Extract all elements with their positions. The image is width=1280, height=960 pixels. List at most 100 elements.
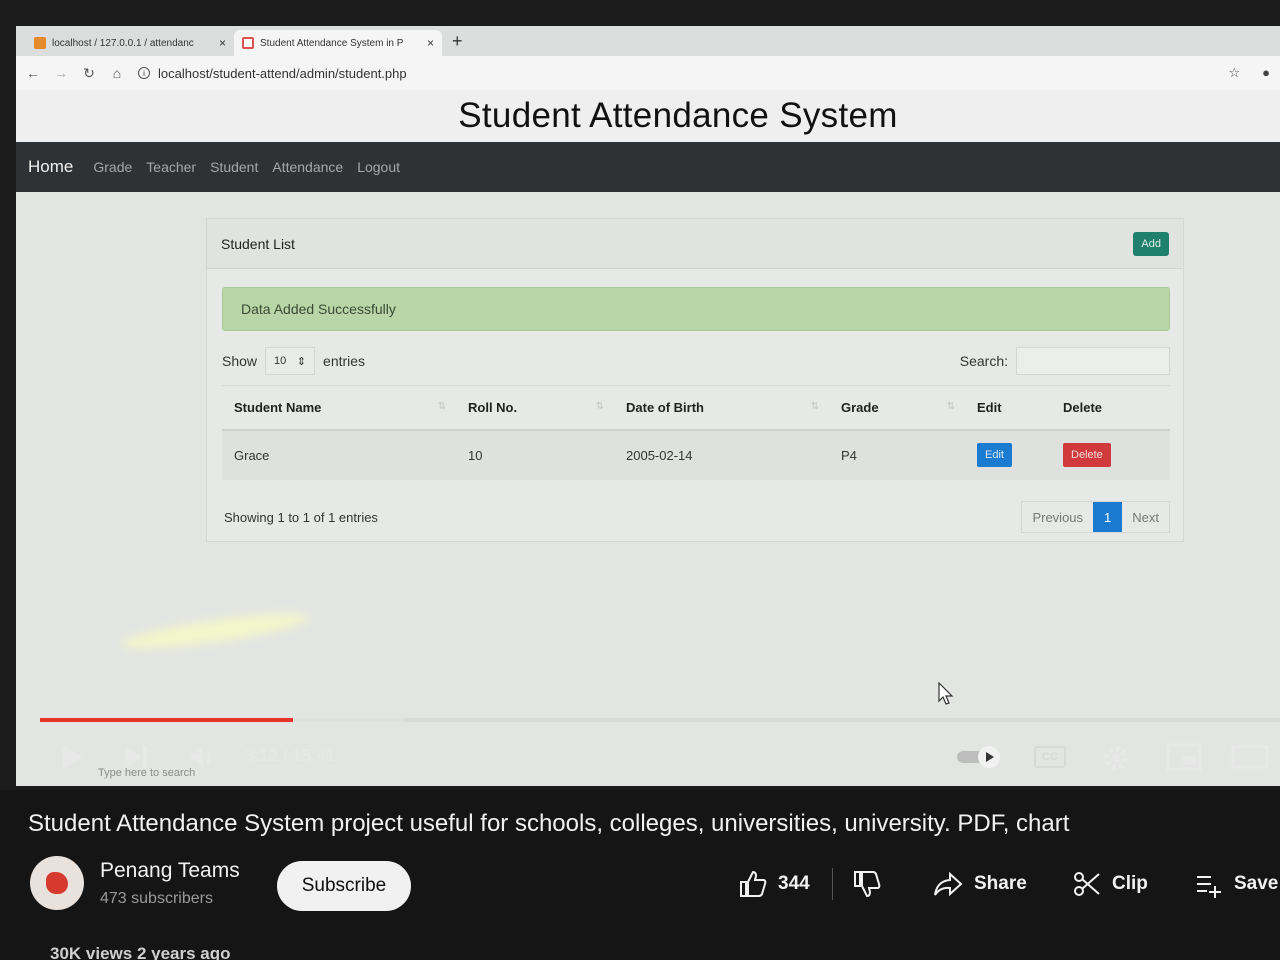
delete-button[interactable]: Delete [1063,443,1111,467]
player-controls: 3:12 / 15:41 CC [0,736,1280,780]
browser-tab-phpmyadmin[interactable]: localhost / 127.0.0.1 / attendanc × [26,30,234,56]
column-header-grade[interactable]: Grade ⇅ [829,385,965,431]
table-row: Grace 10 2005-02-14 P4 Edit Delete [222,429,1170,480]
play-icon[interactable] [58,742,86,772]
entries-select[interactable]: 10 ⇕ [265,347,316,375]
page-content: Student List Add Data Added Successfully… [16,192,1280,786]
next-video-icon[interactable] [122,742,150,772]
table-info: Showing 1 to 1 of 1 entries [224,509,378,525]
page-button-1[interactable]: 1 [1093,502,1123,532]
forward-arrow-icon[interactable]: → [54,65,68,81]
extension-icon[interactable]: ● [1262,65,1270,81]
nav-logout[interactable]: Logout [357,159,400,175]
entries-value: 10 [274,355,287,367]
scissors-icon [1074,872,1100,896]
student-list-card: Student List Add Data Added Successfully… [206,218,1184,542]
subscriber-count: 473 subscribers [100,890,213,907]
search-input[interactable] [1016,347,1170,375]
volume-icon[interactable] [188,742,218,772]
success-alert: Data Added Successfully [222,287,1170,331]
sort-icon: ⇅ [595,401,604,412]
phpmyadmin-icon [34,37,46,49]
browser-tab-bar: localhost / 127.0.0.1 / attendanc × Stud… [16,26,1280,56]
share-button[interactable]: Share [932,866,1027,902]
browser-tab-student-attendance[interactable]: Student Attendance System in P × [234,30,442,56]
cell-edit: Edit [965,429,1051,480]
url-field[interactable]: i localhost/student-attend/admin/student… [138,66,1214,81]
column-header-delete: Delete [1051,385,1170,431]
progress-played [40,718,293,722]
site-header: Student Attendance System [16,90,1280,142]
view-count: 30K views 2 years ago [50,944,231,960]
cell-roll-no: 10 [456,429,614,480]
like-button[interactable]: 344 [738,866,810,902]
star-icon[interactable]: ☆ [1228,65,1240,81]
add-to-playlist-icon [1197,876,1221,898]
next-page-button[interactable]: Next [1122,502,1169,532]
new-tab-button[interactable]: + [442,31,473,56]
site-icon [242,37,254,49]
address-bar: ← → ↻ ⌂ i localhost/student-attend/admin… [16,56,1280,90]
column-header-student-name[interactable]: Student Name ⇅ [222,385,456,431]
back-arrow-icon[interactable]: ← [26,65,40,81]
tab-title: Student Attendance System in P [260,37,404,49]
nav-grade[interactable]: Grade [93,159,132,175]
settings-gear-icon[interactable] [1100,742,1132,774]
video-player[interactable]: localhost / 127.0.0.1 / attendanc × Stud… [0,0,1280,790]
home-icon[interactable]: ⌂ [110,65,124,81]
close-icon[interactable]: × [427,36,434,50]
mouse-cursor-icon [938,682,954,705]
autoplay-toggle-icon[interactable] [955,742,1005,772]
tab-title: localhost / 127.0.0.1 / attendanc [52,37,194,49]
save-button[interactable]: Save [1194,866,1278,902]
table-footer: Showing 1 to 1 of 1 entries Previous 1 N… [224,501,1170,533]
clip-button[interactable]: Clip [1072,866,1148,902]
theater-mode-icon[interactable] [1230,742,1270,772]
table-controls: Show 10 ⇕ entries Search: [222,347,1170,375]
like-count: 344 [778,873,810,894]
pagination: Previous 1 Next [1021,501,1170,533]
cell-student-name: Grace [222,429,456,480]
url-text: localhost/student-attend/admin/student.p… [158,65,407,81]
close-icon[interactable]: × [219,36,226,50]
time-display: 3:12 / 15:41 [245,746,335,765]
channel-name[interactable]: Penang Teams [100,859,240,883]
captions-icon[interactable]: CC [1034,746,1066,768]
entries-label: entries [323,353,366,369]
like-divider [832,868,833,900]
sort-icon: ⇅ [946,401,955,412]
edit-button[interactable]: Edit [977,443,1012,467]
video-progress-bar[interactable] [40,718,1280,722]
column-header-date-of-birth[interactable]: Date of Birth ⇅ [614,385,829,431]
show-label: Show [222,353,258,369]
subscribe-button[interactable]: Subscribe [277,861,411,911]
nav-student[interactable]: Student [210,159,258,175]
card-header: Student List Add [207,219,1183,269]
info-icon[interactable]: i [138,67,150,79]
miniplayer-icon[interactable] [1166,742,1202,772]
cell-date-of-birth: 2005-02-14 [614,429,829,480]
previous-page-button[interactable]: Previous [1022,502,1093,532]
site-navbar: Home Grade Teacher Student Attendance Lo… [16,142,1280,192]
clip-label: Clip [1112,873,1148,894]
cell-delete: Delete [1051,429,1170,480]
dislike-button[interactable] [852,866,882,902]
column-header-roll-no[interactable]: Roll No. ⇅ [456,385,614,431]
student-table: Student Name ⇅ Roll No. ⇅ Date of Birth ⇅ G… [222,385,1170,480]
cell-grade: P4 [829,429,965,480]
reload-icon[interactable]: ↻ [82,65,96,82]
browser-window: localhost / 127.0.0.1 / attendanc × Stud… [16,26,1280,786]
nav-teacher[interactable]: Teacher [146,159,196,175]
nav-attendance[interactable]: Attendance [272,159,343,175]
channel-logo-icon [46,872,68,894]
page-title: Student Attendance System [458,96,898,135]
column-header-edit: Edit [965,385,1051,431]
nav-home[interactable]: Home [28,157,73,177]
save-label: Save [1234,873,1279,894]
thumbs-down-icon [854,871,881,898]
channel-avatar[interactable] [30,856,84,910]
add-button[interactable]: Add [1133,231,1169,256]
select-arrows-icon: ⇕ [296,355,307,368]
search-label: Search: [959,353,1008,369]
card-title: Student List [221,235,295,252]
